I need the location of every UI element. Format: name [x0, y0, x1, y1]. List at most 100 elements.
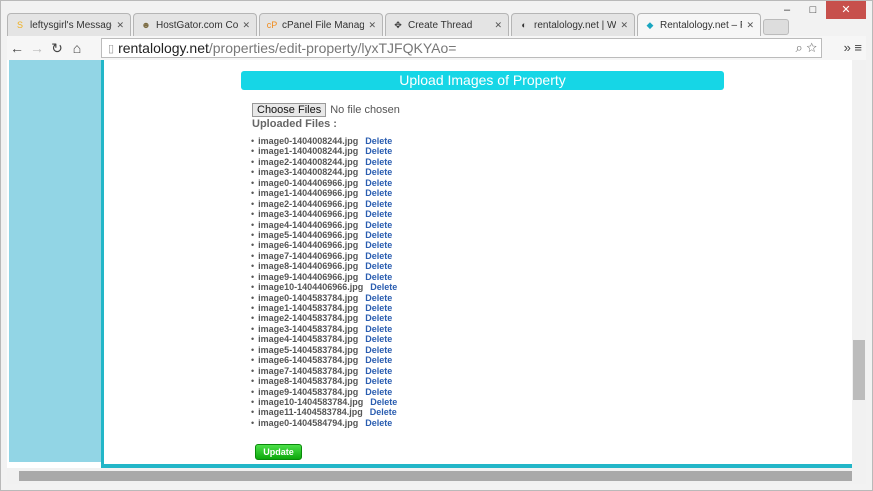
close-tab-icon[interactable]: ✕: [620, 20, 628, 31]
file-item: image8-1404406966.jpg Delete: [251, 261, 397, 271]
horizontal-scrollbar[interactable]: [7, 468, 866, 484]
file-name: image5-1404406966.jpg: [258, 229, 359, 240]
file-item: image6-1404406966.jpg Delete: [251, 240, 397, 250]
delete-link[interactable]: Delete: [365, 178, 392, 188]
tab[interactable]: ◐ rentalology.net | Web✕: [511, 13, 635, 36]
delete-link[interactable]: Delete: [365, 136, 392, 146]
address-bar[interactable]: ▯ rentalology.net/properties/edit-proper…: [101, 38, 822, 58]
browser-window: – □ ✕ Sleftysgirl's Messages✕☻HostGator.…: [0, 0, 873, 491]
file-item: image9-1404406966.jpg Delete: [251, 272, 397, 282]
delete-link[interactable]: Delete: [365, 199, 392, 209]
delete-link[interactable]: Delete: [365, 313, 392, 323]
delete-link[interactable]: Delete: [365, 188, 392, 198]
tab-label: rentalology.net | Web: [534, 19, 617, 31]
file-name: image6-1404583784.jpg: [258, 355, 359, 366]
no-file-text: No file chosen: [330, 104, 400, 116]
back-icon[interactable]: ←: [7, 40, 27, 56]
delete-link[interactable]: Delete: [365, 387, 392, 397]
favicon-icon: ☻: [141, 20, 151, 30]
maximize-button[interactable]: □: [800, 1, 826, 19]
close-tab-icon[interactable]: ✕: [368, 20, 376, 31]
favicon-icon: cP: [266, 20, 278, 30]
file-input[interactable]: Choose Files No file chosen: [252, 103, 400, 117]
delete-link[interactable]: Delete: [370, 282, 397, 292]
choose-files-button[interactable]: Choose Files: [252, 103, 327, 117]
delete-link[interactable]: Delete: [365, 146, 392, 156]
delete-link[interactable]: Delete: [365, 230, 392, 240]
file-name: image2-1404008244.jpg: [258, 156, 359, 167]
file-item: image2-1404406966.jpg Delete: [251, 199, 397, 209]
tab[interactable]: ◆ Rentalology.net – Fre ✕: [637, 13, 761, 36]
delete-link[interactable]: Delete: [365, 376, 392, 386]
delete-link[interactable]: Delete: [365, 293, 392, 303]
file-name: image0-1404583784.jpg: [258, 292, 359, 303]
file-name: image5-1404583784.jpg: [258, 344, 359, 355]
forward-icon[interactable]: →: [27, 40, 47, 56]
file-item: image3-1404406966.jpg Delete: [251, 209, 397, 219]
delete-link[interactable]: Delete: [365, 157, 392, 167]
delete-link[interactable]: Delete: [365, 251, 392, 261]
file-item: image4-1404406966.jpg Delete: [251, 220, 397, 230]
file-name: image4-1404406966.jpg: [258, 219, 359, 230]
file-item: image0-1404584794.jpg Delete: [251, 418, 397, 428]
file-name: image10-1404583784.jpg: [258, 396, 364, 407]
delete-link[interactable]: Delete: [365, 240, 392, 250]
delete-link[interactable]: Delete: [365, 220, 392, 230]
delete-link[interactable]: Delete: [365, 272, 392, 282]
update-button[interactable]: Update: [255, 444, 302, 460]
file-item: image1-1404008244.jpg Delete: [251, 146, 397, 156]
new-tab-button[interactable]: [763, 19, 789, 35]
delete-link[interactable]: Delete: [365, 418, 392, 428]
delete-link[interactable]: Delete: [365, 366, 392, 376]
reload-icon[interactable]: ↻: [47, 40, 67, 57]
delete-link[interactable]: Delete: [370, 397, 397, 407]
file-name: image0-1404406966.jpg: [258, 177, 359, 188]
file-item: image10-1404583784.jpg Delete: [251, 397, 397, 407]
file-name: image7-1404406966.jpg: [258, 250, 359, 261]
file-name: image2-1404583784.jpg: [258, 313, 359, 324]
file-name: image7-1404583784.jpg: [258, 365, 359, 376]
close-tab-icon[interactable]: ✕: [116, 20, 124, 31]
vertical-scrollbar[interactable]: [852, 60, 866, 470]
file-name: image0-1404008244.jpg: [258, 136, 359, 146]
tab[interactable]: cP cPanel File Manager✕: [259, 13, 383, 36]
delete-link[interactable]: Delete: [365, 334, 392, 344]
file-item: image9-1404583784.jpg Delete: [251, 387, 397, 397]
close-window-button[interactable]: ✕: [826, 1, 866, 19]
delete-link[interactable]: Delete: [365, 303, 392, 313]
close-tab-icon[interactable]: ✕: [242, 20, 250, 31]
file-name: image1-1404406966.jpg: [258, 188, 359, 199]
horizontal-scroll-thumb[interactable]: [19, 471, 852, 481]
tab[interactable]: ☻ HostGator.com Cont ✕: [133, 13, 257, 36]
delete-link[interactable]: Delete: [365, 209, 392, 219]
zoom-star-icons[interactable]: ⌕ ☆: [796, 40, 818, 56]
delete-link[interactable]: Delete: [365, 345, 392, 355]
file-name: image1-1404583784.jpg: [258, 303, 359, 313]
tab-label: Rentalology.net – Fre: [660, 19, 742, 31]
tab[interactable]: ✥ Create Thread ✕: [385, 13, 509, 36]
file-name: image11-1404583784.jpg: [258, 407, 363, 418]
file-item: image1-1404583784.jpg Delete: [251, 303, 397, 313]
delete-link[interactable]: Delete: [365, 261, 392, 271]
file-name: image8-1404583784.jpg: [258, 376, 359, 387]
tab-label: leftysgirl's Messages: [30, 19, 112, 31]
delete-link[interactable]: Delete: [370, 407, 397, 417]
file-item: image4-1404583784.jpg Delete: [251, 334, 397, 344]
vertical-scroll-thumb[interactable]: [853, 340, 865, 400]
delete-link[interactable]: Delete: [365, 167, 392, 177]
home-icon[interactable]: ⌂: [67, 40, 87, 56]
menu-icon[interactable]: » ≡: [844, 40, 862, 55]
delete-link[interactable]: Delete: [365, 355, 392, 365]
file-item: image10-1404406966.jpg Delete: [251, 282, 397, 292]
close-tab-icon[interactable]: ✕: [746, 20, 754, 31]
close-tab-icon[interactable]: ✕: [494, 20, 502, 31]
file-name: image2-1404406966.jpg: [258, 198, 359, 209]
file-name: image3-1404583784.jpg: [258, 323, 359, 334]
tab-label: cPanel File Manager: [282, 19, 365, 31]
delete-link[interactable]: Delete: [365, 324, 392, 334]
file-name: image9-1404406966.jpg: [258, 271, 359, 282]
tab[interactable]: Sleftysgirl's Messages ✕: [7, 13, 131, 36]
favicon-icon: ✥: [394, 20, 402, 30]
file-item: image6-1404583784.jpg Delete: [251, 355, 397, 365]
file-name: image3-1404008244.jpg: [258, 167, 359, 178]
